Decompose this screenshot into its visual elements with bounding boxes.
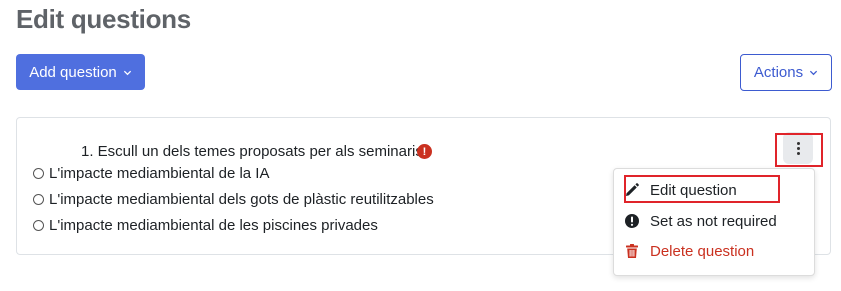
menu-item-label: Delete question: [650, 242, 755, 260]
exclamation-icon: !: [417, 144, 432, 159]
trash-icon: [624, 243, 640, 259]
edit-question-highlight: [624, 175, 780, 203]
actions-label: Actions: [753, 64, 804, 81]
question-option[interactable]: L'impacte mediambiental de la IA: [33, 165, 269, 182]
question-option[interactable]: L'impacte mediambiental dels gots de plà…: [33, 191, 434, 208]
chevron-down-icon: [123, 70, 131, 75]
option-label: L'impacte mediambiental de les piscines …: [49, 217, 378, 234]
add-question-button[interactable]: Add question: [16, 54, 145, 90]
exclamation-icon: [624, 213, 640, 229]
menu-item-set-not-required[interactable]: Set as not required: [624, 208, 777, 234]
radio-button[interactable]: [33, 194, 44, 205]
option-label: L'impacte mediambiental dels gots de plà…: [49, 191, 434, 208]
menu-item-label: Set as not required: [650, 212, 777, 230]
question-title: 1. Escull un dels temes proposats per al…: [81, 143, 423, 160]
option-label: L'impacte mediambiental de la IA: [49, 165, 270, 182]
radio-button[interactable]: [33, 220, 44, 231]
chevron-down-icon: [809, 70, 818, 76]
page-title: Edit questions: [16, 4, 191, 34]
menu-item-delete-question[interactable]: Delete question: [624, 238, 754, 264]
question-option[interactable]: L'impacte mediambiental de les piscines …: [33, 217, 378, 234]
actions-button[interactable]: Actions: [740, 54, 832, 91]
radio-button[interactable]: [33, 168, 44, 179]
menu-button-highlight: [775, 133, 823, 167]
add-question-label: Add question: [29, 63, 117, 81]
